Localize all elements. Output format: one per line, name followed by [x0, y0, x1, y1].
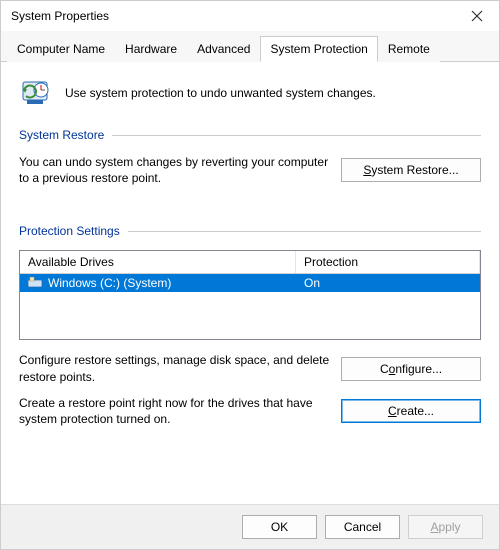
tab-system-protection[interactable]: System Protection	[260, 36, 377, 62]
drives-list[interactable]: Available Drives Protection Windows (C:)…	[19, 250, 481, 340]
tab-hardware[interactable]: Hardware	[115, 36, 187, 62]
create-text: Create a restore point right now for the…	[19, 395, 331, 427]
configure-button[interactable]: Configure...	[341, 357, 481, 381]
system-protection-icon	[19, 76, 53, 110]
close-button[interactable]	[455, 1, 499, 31]
tab-computer-name[interactable]: Computer Name	[7, 36, 115, 62]
group-heading: Protection Settings	[19, 224, 481, 238]
protection-settings-heading: Protection Settings	[19, 224, 120, 238]
tab-content: Use system protection to undo unwanted s…	[1, 62, 499, 504]
system-restore-text: You can undo system changes by reverting…	[19, 154, 331, 186]
system-properties-window: System Properties Computer Name Hardware…	[0, 0, 500, 550]
intro-text: Use system protection to undo unwanted s…	[65, 86, 376, 100]
apply-button: Apply	[408, 515, 483, 539]
protection-settings-group: Protection Settings Available Drives Pro…	[19, 224, 481, 427]
column-header-protection[interactable]: Protection	[296, 251, 480, 273]
system-restore-heading: System Restore	[19, 128, 104, 142]
window-title: System Properties	[11, 9, 109, 23]
close-icon	[471, 10, 483, 22]
cancel-button[interactable]: Cancel	[325, 515, 400, 539]
tab-bar: Computer Name Hardware Advanced System P…	[1, 31, 499, 62]
drive-icon	[28, 277, 44, 289]
create-button[interactable]: Create...	[341, 399, 481, 423]
divider	[128, 231, 481, 232]
drives-header: Available Drives Protection	[20, 251, 480, 274]
system-restore-group: System Restore You can undo system chang…	[19, 128, 481, 186]
dialog-footer: OK Cancel Apply	[1, 504, 499, 549]
configure-text: Configure restore settings, manage disk …	[19, 352, 331, 384]
titlebar: System Properties	[1, 1, 499, 31]
tab-remote[interactable]: Remote	[378, 36, 440, 62]
ok-button[interactable]: OK	[242, 515, 317, 539]
intro-row: Use system protection to undo unwanted s…	[19, 76, 481, 110]
divider	[112, 135, 481, 136]
drive-name: Windows (C:) (System)	[48, 276, 171, 290]
column-header-drives[interactable]: Available Drives	[20, 251, 296, 273]
drive-protection-value: On	[296, 276, 480, 290]
system-restore-button[interactable]: System Restore...	[341, 158, 481, 182]
drive-row[interactable]: Windows (C:) (System) On	[20, 274, 480, 292]
tab-advanced[interactable]: Advanced	[187, 36, 260, 62]
group-heading: System Restore	[19, 128, 481, 142]
